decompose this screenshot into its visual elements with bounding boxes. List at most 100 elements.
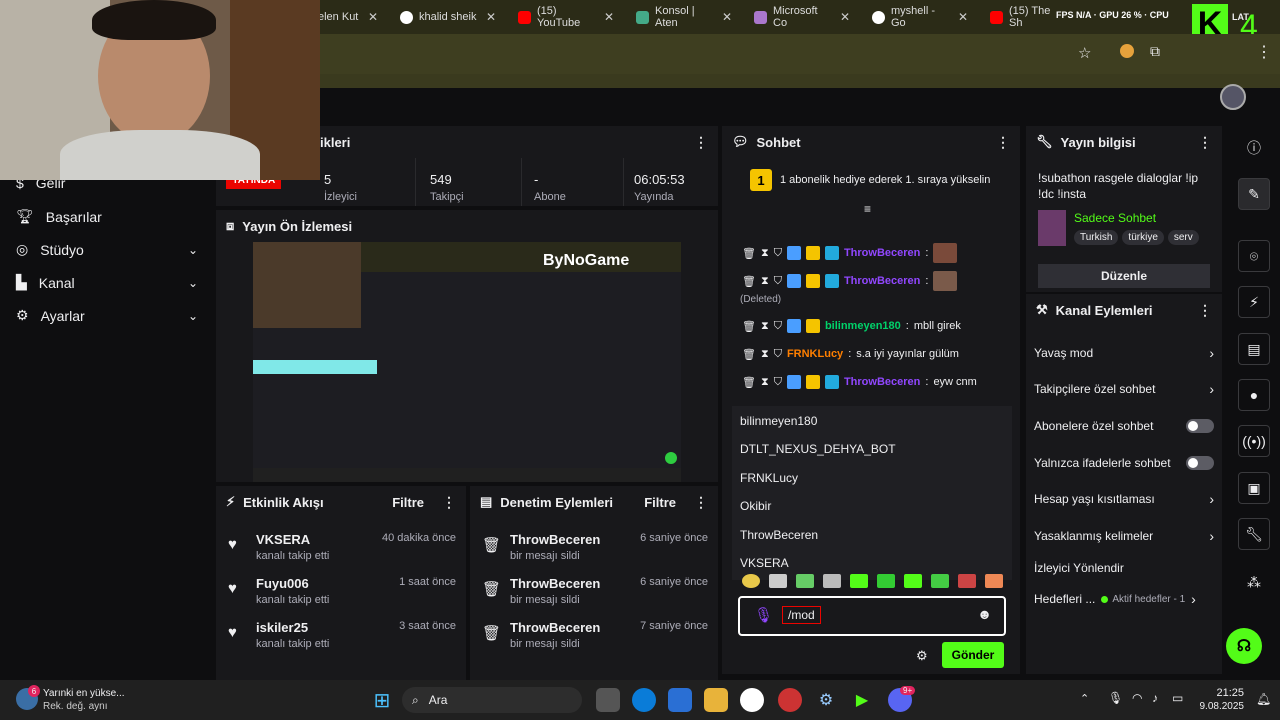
profile-extension-icon[interactable] — [1120, 44, 1134, 58]
sidebar-item-kanal[interactable]: ▙ Kanal ⌄ — [16, 274, 198, 291]
trash-icon[interactable]: 🗑︎ — [742, 320, 756, 333]
preview-video[interactable]: ByNoGame — [253, 242, 681, 482]
more-menu-icon[interactable]: ⋮ — [1256, 42, 1272, 62]
browser-tab[interactable]: Konsol | Aten ✕ — [628, 5, 740, 29]
chat-user[interactable]: FRNKLucy — [787, 348, 843, 360]
toggle-switch[interactable] — [1186, 456, 1214, 470]
lightning-icon[interactable]: ⚡︎ — [1238, 286, 1270, 318]
toggle-switch[interactable] — [1186, 419, 1214, 433]
hype-banner[interactable]: 1 1 abonelik hediye ederek 1. sıraya yük… — [722, 162, 1020, 198]
share-icon[interactable]: ⁂ — [1238, 566, 1270, 598]
edge-icon[interactable] — [632, 688, 656, 712]
trash-icon[interactable]: 🗑︎ — [742, 376, 756, 389]
mic-icon[interactable]: 🎙︎ — [1108, 691, 1123, 705]
chat-user[interactable]: ThrowBeceren — [844, 376, 920, 388]
layout-icon[interactable]: ▣ — [1238, 472, 1270, 504]
action-slow-mode[interactable]: Yavaş mod › — [1034, 338, 1214, 368]
more-icon[interactable]: ⋮ — [1198, 134, 1212, 151]
more-icon[interactable]: ⋮ — [996, 134, 1010, 151]
trash-icon[interactable]: 🗑︎ — [742, 275, 756, 288]
scan-icon[interactable]: ⌾ — [1238, 240, 1270, 272]
store-icon[interactable] — [668, 688, 692, 712]
battery-icon[interactable]: ▭ — [1172, 691, 1183, 705]
tag[interactable]: türkiye — [1122, 230, 1164, 245]
action-followers-only[interactable]: Takipçilere özel sohbet › — [1034, 374, 1214, 404]
close-icon[interactable]: ✕ — [604, 10, 614, 24]
suggestion-item[interactable]: ThrowBeceren — [732, 522, 1012, 548]
folder-icon[interactable] — [704, 688, 728, 712]
chrome-icon[interactable] — [740, 688, 764, 712]
browser-tab[interactable]: Microsoft Co ✕ — [746, 5, 858, 29]
trash-icon[interactable]: 🗑︎ — [742, 247, 756, 260]
emoji-icon[interactable]: ☻ — [977, 606, 992, 622]
close-icon[interactable]: ✕ — [958, 10, 968, 24]
suggestion-item[interactable]: DTLT_NEXUS_DEHYA_BOT — [732, 436, 1012, 462]
sidebar-item-basarilar[interactable]: 🏆︎ Başarılar — [16, 208, 198, 225]
settings-icon[interactable]: ⚙ — [814, 688, 838, 712]
timeout-icon[interactable]: ⧗ — [761, 348, 769, 361]
emote[interactable] — [769, 574, 787, 588]
broadcast-icon[interactable]: ((•)) — [1238, 425, 1270, 457]
timeout-icon[interactable]: ⧗ — [761, 320, 769, 333]
suggestion-item[interactable]: FRNKLucy — [732, 465, 1012, 491]
sidebar-item-ayarlar[interactable]: ⚙ Ayarlar ⌄ — [16, 307, 198, 324]
sidebar-item-studyo[interactable]: ◎ Stüdyo ⌄ — [16, 241, 198, 258]
tag[interactable]: serv — [1167, 230, 1199, 245]
wrench-icon[interactable]: 🔧︎ — [1238, 518, 1270, 550]
emote[interactable] — [985, 574, 1003, 588]
more-icon[interactable]: ⋮ — [1198, 302, 1212, 319]
search-box[interactable]: ⌕ Ara — [402, 687, 582, 713]
volume-icon[interactable]: ♪ — [1152, 691, 1158, 705]
suggestion-item[interactable]: bilinmeyen180 — [732, 408, 1012, 434]
task-view-icon[interactable] — [596, 688, 620, 712]
notification-icon[interactable]: 🔔︎ — [1256, 692, 1271, 706]
clock-time[interactable]: 21:25 — [1202, 687, 1244, 699]
tag[interactable]: Turkish — [1074, 230, 1119, 245]
emote[interactable] — [904, 574, 922, 588]
browser-tab[interactable]: khalid sheik ✕ — [392, 6, 504, 28]
filter-button[interactable]: Filtre — [644, 495, 676, 510]
extensions-icon[interactable]: ⧉ — [1150, 43, 1160, 60]
action-banned-words[interactable]: Yasaklanmış kelimeler › — [1034, 521, 1214, 551]
kick-app-icon[interactable]: ▶ — [850, 688, 874, 712]
browser-tab[interactable]: (15) The Sh — [982, 5, 1062, 29]
mic-icon[interactable]: 🎙︎ — [754, 606, 773, 624]
avatar[interactable] — [1220, 84, 1246, 110]
weather-title[interactable]: Yarınki en yükse... — [43, 688, 125, 699]
wifi-icon[interactable]: ◠ — [1132, 691, 1142, 705]
suggestion-item[interactable]: Okibir — [732, 493, 1012, 519]
timeout-icon[interactable]: ⧗ — [761, 247, 769, 260]
emote[interactable] — [958, 574, 976, 588]
browser-tab[interactable]: elen Kut ✕ — [310, 6, 386, 28]
emote[interactable] — [796, 574, 814, 588]
close-icon[interactable]: ✕ — [486, 10, 496, 24]
chat-bubble-icon[interactable]: ● — [1238, 379, 1270, 411]
chevron-up-icon[interactable]: ⌃ — [1080, 692, 1089, 705]
close-icon[interactable]: ✕ — [368, 10, 378, 24]
edit-button[interactable]: Düzenle — [1038, 264, 1210, 288]
chat-user[interactable]: ThrowBeceren — [844, 247, 920, 259]
timeout-icon[interactable]: ⧗ — [761, 275, 769, 288]
star-icon[interactable]: ☆ — [1078, 44, 1091, 62]
windows-start-icon[interactable]: ⊞ — [370, 688, 394, 712]
emote[interactable] — [877, 574, 895, 588]
action-goals[interactable]: Hedefleri ... Aktif hedefler - 1 › — [1034, 584, 1214, 614]
action-raid[interactable]: İzleyici Yönlendir — [1034, 553, 1214, 583]
suggestion-item[interactable]: VKSERA — [732, 550, 1012, 576]
chat-input[interactable]: 🎙︎ /mod ☻ — [738, 596, 1006, 636]
close-icon[interactable]: ✕ — [722, 10, 732, 24]
trash-icon[interactable]: 🗑︎ — [742, 348, 756, 361]
scroll-down-icon[interactable]: ≡ — [864, 202, 871, 216]
chat-user[interactable]: bilinmeyen180 — [825, 320, 901, 332]
timeout-icon[interactable]: ⧗ — [761, 376, 769, 389]
more-icon[interactable]: ⋮ — [694, 494, 708, 511]
filter-button[interactable]: Filtre — [392, 495, 424, 510]
category-name[interactable]: Sadece Sohbet — [1074, 211, 1156, 225]
edit-icon[interactable]: ✎ — [1238, 178, 1270, 210]
browser-tab[interactable]: (15) YouTube ✕ — [510, 5, 622, 29]
notes-icon[interactable]: ▤ — [1238, 333, 1270, 365]
browser-tab[interactable]: myshell - Go ✕ — [864, 5, 976, 29]
app-icon[interactable] — [778, 688, 802, 712]
action-account-age[interactable]: Hesap yaşı kısıtlaması › — [1034, 484, 1214, 514]
emote[interactable] — [850, 574, 868, 588]
